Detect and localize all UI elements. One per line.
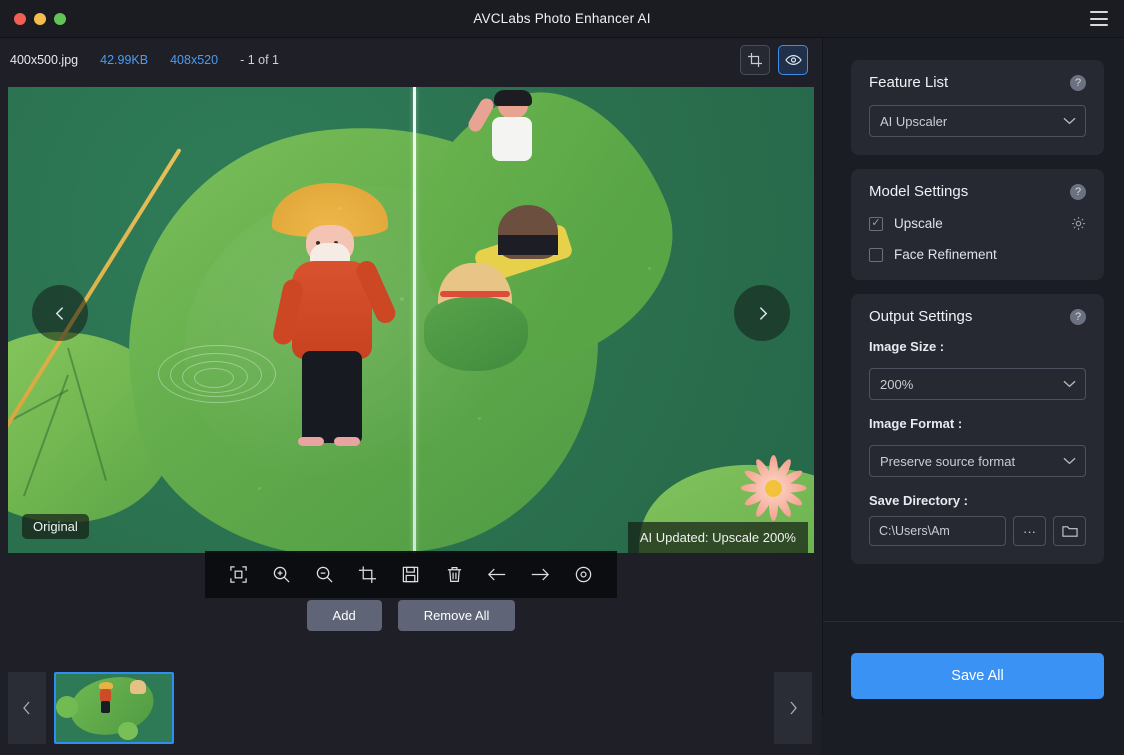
- hamburger-icon[interactable]: [1090, 11, 1108, 26]
- drummer-figure: [465, 90, 550, 179]
- feature-list-header: Feature List ?: [869, 74, 1086, 91]
- save-directory-row: C:\Users\Am ···: [869, 516, 1086, 546]
- water-ripple: [194, 368, 234, 388]
- image-format-select[interactable]: Preserve source format: [869, 445, 1086, 477]
- face-refinement-option-row: Face Refinement: [869, 247, 1086, 262]
- output-settings-panel: Output Settings ? Image Size : 200% Imag…: [851, 294, 1104, 564]
- face-refinement-label: Face Refinement: [894, 247, 997, 262]
- file-name: 400x500.jpg: [10, 53, 79, 67]
- add-button[interactable]: Add: [306, 599, 382, 631]
- face-refinement-checkbox[interactable]: [869, 247, 883, 262]
- model-settings-panel: Model Settings ? ✓ Upscale Face Refineme…: [851, 169, 1104, 280]
- image-size-value: 200%: [880, 376, 914, 392]
- thumbnail-filmstrip: [0, 660, 822, 755]
- sidebar-divider: [823, 621, 1124, 622]
- chevron-down-icon: [1063, 380, 1076, 389]
- help-icon[interactable]: ?: [1070, 74, 1086, 91]
- thumbnail-item[interactable]: [54, 671, 174, 744]
- main-content-area: 400x500.jpg 42.99KB 408x520 - 1 of 1 Ori…: [0, 38, 822, 755]
- compare-eye-icon[interactable]: [570, 562, 596, 588]
- file-dimensions: 408x520: [170, 53, 219, 67]
- output-settings-header: Output Settings ?: [869, 308, 1086, 325]
- zoom-in-icon[interactable]: [269, 562, 295, 588]
- image-size-label: Image Size :: [869, 339, 945, 354]
- save-all-button[interactable]: Save All: [851, 653, 1104, 699]
- trash-icon[interactable]: [441, 562, 467, 588]
- original-badge: Original: [22, 514, 89, 539]
- zoom-out-icon[interactable]: [312, 562, 338, 588]
- gear-icon[interactable]: [1071, 216, 1086, 231]
- filmstrip-next-icon[interactable]: [774, 671, 812, 744]
- image-format-label: Image Format :: [869, 416, 963, 431]
- title-bar: AVCLabs Photo Enhancer AI: [0, 0, 1124, 38]
- image-format-value: Preserve source format: [880, 453, 1016, 469]
- fisherman-figure: [271, 183, 399, 446]
- upscale-label: Upscale: [894, 216, 943, 231]
- save-directory-input[interactable]: C:\Users\Am: [869, 516, 1006, 546]
- arrow-right-icon[interactable]: [527, 562, 553, 588]
- feature-list-title: Feature List: [869, 74, 949, 91]
- drum-band: [498, 235, 558, 255]
- file-counter: - 1 of 1: [240, 53, 279, 67]
- file-size: 42.99KB: [100, 53, 149, 67]
- help-icon[interactable]: ?: [1070, 308, 1086, 325]
- image-size-select[interactable]: 200%: [869, 368, 1086, 400]
- image-canvas: [8, 87, 814, 553]
- save-icon[interactable]: [398, 562, 424, 588]
- zongzi-character: [424, 263, 528, 371]
- list-actions: Add Remove All: [0, 586, 822, 644]
- lotus-flower: [736, 451, 810, 525]
- file-info-bar: 400x500.jpg 42.99KB 408x520 - 1 of 1: [0, 38, 822, 82]
- eye-icon[interactable]: [778, 45, 808, 75]
- upscale-checkbox[interactable]: ✓: [869, 216, 883, 231]
- fit-to-screen-icon[interactable]: [226, 562, 252, 588]
- filmstrip-prev-icon[interactable]: [8, 671, 46, 744]
- upscale-option-row: ✓ Upscale: [869, 216, 1086, 231]
- model-settings-header: Model Settings ?: [869, 183, 1086, 200]
- arrow-left-icon[interactable]: [484, 562, 510, 588]
- remove-all-button[interactable]: Remove All: [397, 599, 516, 631]
- chevron-down-icon: [1063, 117, 1076, 126]
- help-icon[interactable]: ?: [1070, 183, 1086, 200]
- crop-icon[interactable]: [355, 562, 381, 588]
- ai-status-badge: AI Updated: Upscale 200%: [627, 522, 808, 553]
- feature-list-panel: Feature List ? AI Upscaler: [851, 60, 1104, 155]
- chevron-down-icon: [1063, 457, 1076, 466]
- app-title: AVCLabs Photo Enhancer AI: [473, 11, 651, 26]
- image-viewer[interactable]: Original AI Updated: Upscale 200%: [8, 87, 814, 553]
- output-settings-title: Output Settings: [869, 308, 973, 325]
- settings-sidebar: Feature List ? AI Upscaler Model Setting…: [822, 38, 1124, 717]
- compare-split-handle[interactable]: [413, 87, 416, 553]
- crop-icon[interactable]: [740, 45, 770, 75]
- prev-image-button[interactable]: [32, 285, 88, 341]
- browse-dots-button[interactable]: ···: [1013, 516, 1046, 546]
- feature-select[interactable]: AI Upscaler: [869, 105, 1086, 137]
- infobar-actions: [740, 45, 808, 75]
- save-directory-label: Save Directory :: [869, 493, 968, 508]
- folder-icon[interactable]: [1053, 516, 1086, 546]
- feature-select-value: AI Upscaler: [880, 113, 948, 129]
- trousers: [302, 351, 362, 443]
- model-settings-title: Model Settings: [869, 183, 969, 200]
- next-image-button[interactable]: [734, 285, 790, 341]
